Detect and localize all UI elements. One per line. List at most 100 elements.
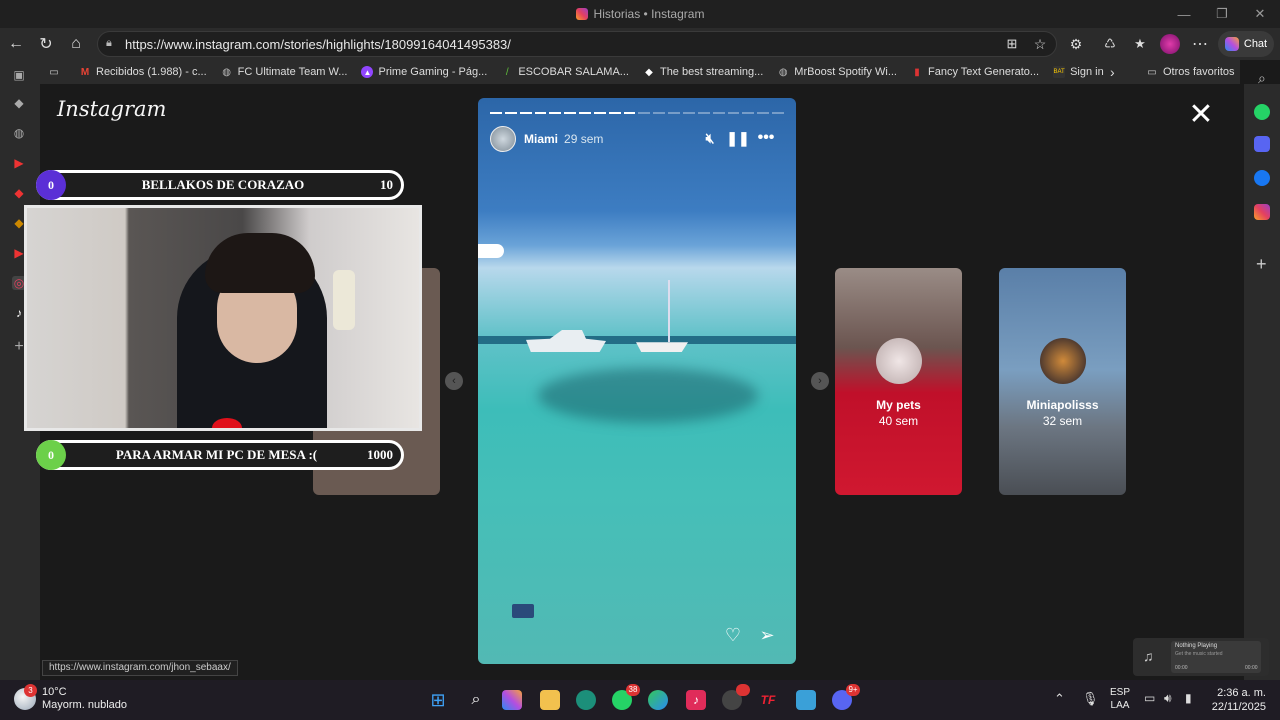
more-options-icon[interactable]: •••	[756, 128, 776, 148]
navigation-bar: ← ↻ ⌂ 🔒︎ https://www.instagram.com/stori…	[0, 28, 1280, 60]
bookmark-item[interactable]: BAT Sign in	[1053, 66, 1104, 78]
show-hidden-icons-chevron-icon[interactable]: ⌃	[1054, 691, 1065, 707]
instagram-logo[interactable]: Instagram	[57, 97, 166, 121]
weather-widget[interactable]: 3 10°C Mayorm. nublado	[14, 684, 127, 712]
red-light	[212, 418, 242, 428]
discord-icon[interactable]	[1254, 136, 1270, 152]
goal-progress-dot: 0	[36, 170, 66, 200]
bookmark-item[interactable]: ◍ FC Ultimate Team W...	[221, 66, 347, 78]
story-progress-segment	[519, 112, 532, 114]
windows-start-icon[interactable]: ⊞	[428, 690, 448, 710]
story-progress-segment	[727, 112, 740, 114]
cloudy-weather-icon: 3	[14, 684, 37, 710]
site-info-icon[interactable]: 🔒︎	[106, 37, 112, 50]
more-menu-icon[interactable]: ⋯	[1188, 32, 1212, 56]
story-progress-segment	[757, 112, 770, 114]
thumbnail-time: 40 sem	[878, 414, 919, 428]
app-icon[interactable]	[576, 690, 596, 710]
whatsapp-icon[interactable]: 38	[612, 684, 640, 710]
language-indicator[interactable]: ESP LAA	[1110, 686, 1130, 712]
back-button[interactable]: ←	[4, 32, 28, 56]
story-progress-segment	[697, 112, 710, 114]
bookmark-item[interactable]: ◆ The best streaming...	[643, 66, 763, 78]
tab-red-icon[interactable]: ◆	[12, 186, 26, 200]
restore-button[interactable]: ❐	[1202, 0, 1242, 28]
share-send-icon[interactable]: ➢	[756, 624, 778, 646]
instagram-icon[interactable]	[1254, 204, 1270, 220]
story-avatar[interactable]	[490, 126, 516, 152]
tab-youtube-icon[interactable]: ▶	[12, 156, 26, 170]
chat-label: Chat	[1243, 38, 1268, 50]
next-story-arrow[interactable]: ›	[811, 372, 829, 390]
weather-badge: 3	[24, 684, 37, 697]
battery-icon[interactable]: ▮	[1185, 691, 1192, 705]
add-sidebar-app-button[interactable]: +	[1256, 254, 1267, 275]
app-available-icon[interactable]: ⊞	[1000, 32, 1024, 56]
more-bookmarks-chevron-icon[interactable]: ›	[1110, 64, 1115, 80]
whatsapp-icon[interactable]	[1254, 104, 1270, 120]
address-bar[interactable]: 🔒︎ https://www.instagram.com/stories/hig…	[97, 31, 1057, 57]
story-thumbnail[interactable]: Miniapolisss 32 sem	[999, 268, 1126, 495]
thumbnail-name: My pets	[876, 398, 921, 412]
facebook-icon[interactable]	[1254, 170, 1270, 186]
pause-icon[interactable]: ❚❚	[726, 128, 749, 148]
tf-app-icon[interactable]: TF	[758, 690, 778, 710]
goal-target: 10	[380, 177, 393, 192]
tiktok-icon[interactable]: ♪	[686, 690, 706, 710]
browser-essentials-icon[interactable]: ♺	[1098, 32, 1122, 56]
search-icon[interactable]: ⌕	[1258, 70, 1266, 87]
profile-avatar[interactable]	[1158, 32, 1182, 56]
network-icon[interactable]: ▭	[1144, 691, 1155, 705]
seabed-shadow	[538, 368, 758, 423]
story-username[interactable]: Miami	[524, 132, 558, 146]
tab-favicon-icon[interactable]: ◆	[12, 96, 26, 110]
weather-description: Mayorm. nublado	[42, 699, 127, 711]
mute-icon[interactable]: 🔇︎	[700, 128, 720, 148]
notepad-icon[interactable]	[796, 690, 816, 710]
story-thumbnail[interactable]: My pets 40 sem	[835, 268, 962, 495]
cloud	[478, 244, 504, 258]
bookmark-item[interactable]: ◍ MrBoost Spotify Wi...	[777, 66, 897, 78]
instagram-favicon-icon	[575, 8, 588, 20]
edge-icon[interactable]	[648, 690, 668, 710]
previous-story-arrow[interactable]: ‹	[445, 372, 463, 390]
favorites-icon[interactable]: ★	[1128, 32, 1152, 56]
minimize-button[interactable]: —	[1164, 0, 1204, 28]
music-title: Nothing Playing	[1175, 643, 1218, 649]
bookmark-item[interactable]: M Recibidos (1.988) - c...	[79, 66, 207, 78]
microphone-icon[interactable]: 🎙︎	[1082, 691, 1099, 707]
extensions-icon[interactable]: ⚙	[1064, 32, 1088, 56]
bookmark-label: Prime Gaming - Pág...	[378, 66, 488, 78]
other-favorites-folder[interactable]: ▭ Otros favoritos	[1146, 66, 1234, 78]
bookmarks-menu-icon[interactable]: ▭	[48, 66, 65, 78]
system-clock[interactable]: 2:36 a. m. 22/11/2025	[1208, 686, 1266, 714]
close-window-button[interactable]: ✕	[1240, 0, 1280, 28]
whatsapp-badge: 38	[626, 684, 640, 696]
music-panel[interactable]: Nothing Playing Get the music started 00…	[1171, 641, 1261, 673]
music-widget: ♫ Nothing Playing Get the music started …	[1133, 638, 1269, 676]
tab-actions-icon[interactable]: ▣	[12, 68, 26, 82]
bookmark-item[interactable]: / ESCOBAR SALAMA...	[501, 66, 629, 78]
person-hair	[205, 233, 315, 293]
file-explorer-icon[interactable]	[540, 690, 560, 710]
windows-taskbar: ⊞ ⌕ 38 ♪ TF 9+ ⌃ 🎙︎ ESP LAA ▭ 🔊︎ ▮	[0, 680, 1280, 720]
bookmark-item[interactable]: ▲ Prime Gaming - Pág...	[361, 66, 487, 78]
refresh-button[interactable]: ↻	[34, 32, 58, 56]
close-story-button[interactable]: ✕	[1187, 100, 1215, 130]
home-button[interactable]: ⌂	[64, 32, 88, 56]
search-icon[interactable]: ⌕	[466, 690, 486, 710]
goal-bar-top: 0 BELLAKOS DE CORAZAO 10	[36, 170, 404, 200]
copilot-chat-button[interactable]: Chat	[1218, 31, 1274, 57]
favorite-star-icon[interactable]: ☆	[1028, 32, 1052, 56]
app-icon[interactable]	[722, 684, 750, 710]
volume-icon[interactable]: 🔊︎	[1164, 691, 1172, 706]
copilot-icon[interactable]	[502, 690, 522, 710]
music-subtitle: Get the music started	[1175, 651, 1223, 657]
bookmark-item[interactable]: ▮ Fancy Text Generato...	[911, 66, 1039, 78]
story-card[interactable]: Miami 29 sem 🔇︎ ❚❚ ••• ♡ ➢	[478, 98, 796, 664]
leaf-icon: /	[505, 66, 509, 78]
like-heart-icon[interactable]: ♡	[722, 624, 744, 646]
window-title-bar: Historias • Instagram — ❐ ✕	[0, 0, 1280, 28]
discord-icon[interactable]: 9+	[832, 684, 860, 710]
tab-globe-icon[interactable]: ◍	[12, 126, 26, 140]
